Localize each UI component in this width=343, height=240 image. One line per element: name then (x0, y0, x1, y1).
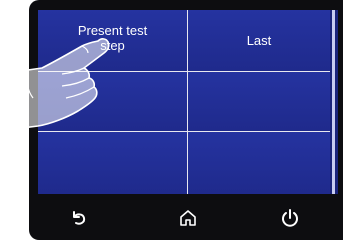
power-icon (282, 209, 298, 227)
back-button[interactable] (67, 206, 91, 230)
present-test-step-button[interactable]: Present test step (38, 10, 188, 72)
menu-cell-empty[interactable] (188, 72, 330, 132)
bottom-navigation-bar (38, 194, 338, 240)
menu-cell-empty[interactable] (38, 132, 188, 194)
touch-screen: Present test step Last (38, 10, 338, 194)
home-button[interactable] (176, 206, 200, 230)
scrollbar-thumb[interactable] (332, 10, 335, 194)
menu-cell-empty[interactable] (38, 72, 188, 132)
present-test-step-label: Present test step (77, 23, 148, 53)
last-label: Last (246, 33, 272, 48)
back-icon (73, 211, 86, 225)
power-button[interactable] (278, 206, 302, 230)
home-icon (180, 210, 196, 226)
menu-grid: Present test step Last (38, 10, 330, 194)
menu-cell-empty[interactable] (188, 132, 330, 194)
last-button[interactable]: Last (188, 10, 330, 72)
